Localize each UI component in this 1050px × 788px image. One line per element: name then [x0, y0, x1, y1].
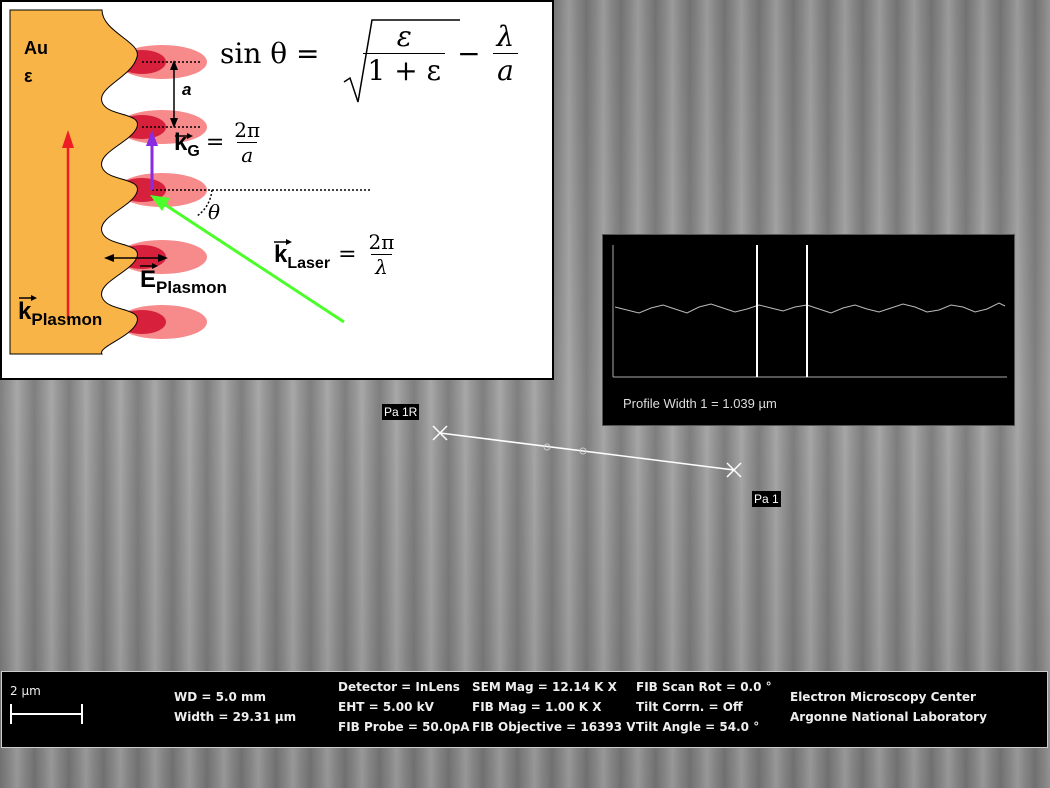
grating-coupling-diagram: Au ε a θ sin θ = ε 1 + ε − λ a k G = 2π …	[0, 0, 554, 380]
k-g-equation: k G = 2π a	[174, 118, 264, 167]
k-laser-fraction: 2π λ	[365, 230, 399, 279]
e-plasmon-label: E Plasmon	[140, 266, 227, 297]
k-g-numerator: 2π	[234, 118, 261, 142]
sqrt-denominator: 1 + ε	[363, 53, 446, 87]
sqrt-fraction: ε 1 + ε	[363, 20, 446, 87]
fib-objective-value: FIB Objective = 16393 V	[472, 720, 636, 734]
k-g-denominator: a	[237, 142, 258, 167]
k-plasmon-symbol: k	[18, 298, 32, 325]
k-laser-numerator: 2π	[368, 230, 395, 254]
eht-value: EHT = 5.00 kV	[338, 700, 434, 714]
lambda-numerator: λ	[496, 20, 515, 53]
k-plasmon-label: k Plasmon	[18, 298, 102, 329]
scale-bar	[10, 704, 83, 724]
org-name-1: Electron Microscopy Center	[790, 690, 976, 704]
theta-label: θ	[208, 200, 221, 224]
sin-theta-equation: sin θ = ε 1 + ε − λ a	[220, 20, 518, 87]
sem-info-bar: 2 µm WD = 5.0 mm Width = 29.31 µm Detect…	[1, 671, 1048, 748]
k-plasmon-subscript: Plasmon	[31, 310, 103, 329]
sem-mag-value: SEM Mag = 12.14 K X	[472, 680, 617, 694]
lambda-fraction: λ a	[493, 20, 519, 87]
equation-lhs: sin θ =	[220, 37, 320, 70]
wd-value: WD = 5.0 mm	[174, 690, 267, 704]
lambda-denominator: a	[493, 53, 518, 87]
fib-scan-rot-value: FIB Scan Rot = 0.0 °	[636, 680, 772, 694]
k-laser-equals: =	[338, 242, 357, 267]
material-label: Au	[24, 38, 48, 58]
fib-probe-value: FIB Probe = 50.0pA	[338, 720, 470, 734]
profile-trace	[614, 302, 1006, 314]
k-laser-denominator: λ	[371, 254, 392, 279]
k-g-subscript: G	[187, 142, 200, 160]
tilt-corrn-value: Tilt Corrn. = Off	[636, 700, 743, 714]
marker-end-label: Pa 1	[752, 491, 781, 507]
e-plasmon-symbol: E	[140, 266, 157, 293]
k-laser-subscript: Laser	[287, 254, 331, 272]
marker-start-label: Pa 1R	[382, 404, 420, 420]
width-value: Width = 29.31 µm	[174, 710, 297, 724]
epsilon-label: ε	[24, 66, 33, 86]
sqrt-numerator: ε	[396, 20, 412, 53]
k-g-symbol: k	[174, 128, 188, 156]
k-laser-symbol: k	[274, 240, 288, 268]
tilt-angle-value: Tilt Angle = 54.0 °	[636, 720, 760, 734]
profile-width-panel: Profile Width 1 = 1.039 µm	[602, 234, 1015, 426]
period-label: a	[182, 80, 192, 99]
org-name-2: Argonne National Laboratory	[790, 710, 987, 724]
k-laser-equation: k Laser = 2π λ	[274, 230, 398, 279]
detector-value: Detector = InLens	[338, 680, 460, 694]
fib-mag-value: FIB Mag = 1.00 K X	[472, 700, 602, 714]
k-g-equals: =	[205, 130, 225, 155]
e-plasmon-subscript: Plasmon	[156, 278, 227, 297]
profile-plot	[612, 245, 1007, 378]
k-g-fraction: 2π a	[230, 118, 264, 167]
profile-width-text: Profile Width 1 = 1.039 µm	[623, 396, 777, 411]
scale-bar-label: 2 µm	[10, 684, 41, 698]
equation-minus: −	[457, 37, 481, 70]
